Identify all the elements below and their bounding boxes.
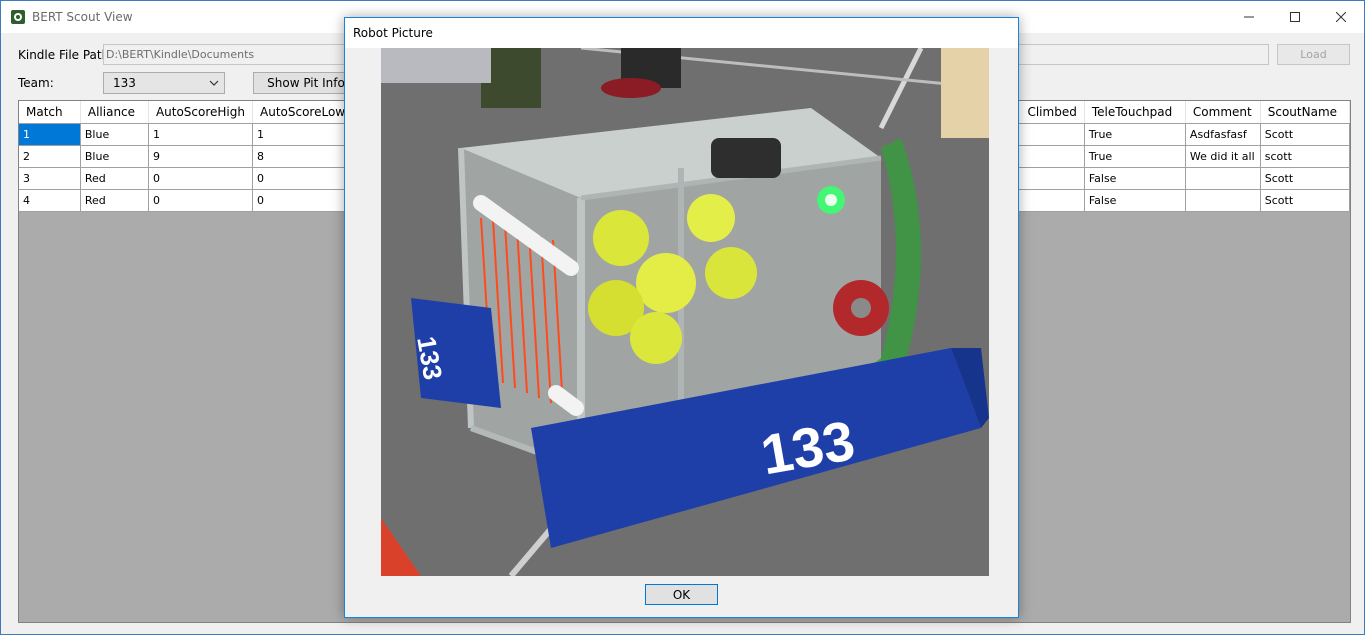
cell-alliance[interactable]: Red [80, 167, 149, 190]
cell-comment[interactable] [1185, 189, 1261, 212]
column-header-match[interactable]: Match [19, 101, 81, 124]
robot-picture-dialog: Robot Picture 133 133 OK [344, 17, 1019, 618]
cell-scoutname[interactable]: Scott [1260, 167, 1350, 190]
close-button[interactable] [1318, 1, 1364, 33]
maximize-button[interactable] [1272, 1, 1318, 33]
dialog-title-bar: Robot Picture [345, 18, 1018, 48]
cell-alliance[interactable]: Blue [80, 145, 149, 168]
cell-scoutname[interactable]: scott [1260, 145, 1350, 168]
team-label: Team: [18, 76, 54, 90]
minimize-icon [1244, 16, 1254, 18]
cell-teletouchpad[interactable]: False [1084, 189, 1186, 212]
cell-match[interactable]: 1 [19, 123, 81, 146]
column-header-alliance[interactable]: Alliance [80, 101, 149, 124]
column-header-scoutname[interactable]: ScoutName [1260, 101, 1350, 124]
cell-teletouchpad[interactable]: False [1084, 167, 1186, 190]
cell-autoscorehigh[interactable]: 0 [148, 189, 254, 212]
cell-match[interactable]: 4 [19, 189, 81, 212]
cell-teletouchpad[interactable]: True [1084, 123, 1186, 146]
cell-alliance[interactable]: Blue [80, 123, 149, 146]
cell-autoscorelow[interactable]: 0 [252, 167, 357, 190]
cell-autoscorelow[interactable]: 8 [252, 145, 357, 168]
ok-button[interactable]: OK [645, 584, 718, 605]
cell-autoscorehigh[interactable]: 9 [148, 145, 254, 168]
maximize-icon [1290, 12, 1300, 22]
column-header-teletouchpad[interactable]: TeleTouchpad [1084, 101, 1186, 124]
cell-comment[interactable] [1185, 167, 1261, 190]
cell-scoutname[interactable]: Scott [1260, 189, 1350, 212]
cell-comment[interactable]: Asdfasfasf [1185, 123, 1261, 146]
cell-autoscorehigh[interactable]: 0 [148, 167, 254, 190]
team-select-value: 133 [113, 76, 136, 90]
dialog-title: Robot Picture [353, 26, 433, 40]
cell-autoscorehigh[interactable]: 1 [148, 123, 254, 146]
cell-scoutname[interactable]: Scott [1260, 123, 1350, 146]
cell-match[interactable]: 3 [19, 167, 81, 190]
close-icon [1336, 12, 1346, 22]
cell-autoscorelow[interactable]: 0 [252, 189, 357, 212]
app-icon [11, 10, 25, 24]
cell-match[interactable]: 2 [19, 145, 81, 168]
window-title: BERT Scout View [32, 10, 133, 24]
chevron-down-icon [209, 80, 219, 86]
robot-photo-illustration: 133 133 [381, 48, 989, 576]
cell-teletouchpad[interactable]: True [1084, 145, 1186, 168]
minimize-button[interactable] [1226, 1, 1272, 33]
cell-autoscorelow[interactable]: 1 [252, 123, 357, 146]
cell-alliance[interactable]: Red [80, 189, 149, 212]
kindle-path-label: Kindle File Path: [18, 48, 114, 62]
column-header-comment[interactable]: Comment [1185, 101, 1261, 124]
robot-photo: 133 133 [381, 48, 989, 576]
team-select[interactable]: 133 [103, 72, 225, 94]
column-header-autoscorehigh[interactable]: AutoScoreHigh [148, 101, 254, 124]
cell-comment[interactable]: We did it all [1185, 145, 1261, 168]
column-header-autoscorelow[interactable]: AutoScoreLow [252, 101, 357, 124]
load-button[interactable]: Load [1277, 44, 1350, 65]
